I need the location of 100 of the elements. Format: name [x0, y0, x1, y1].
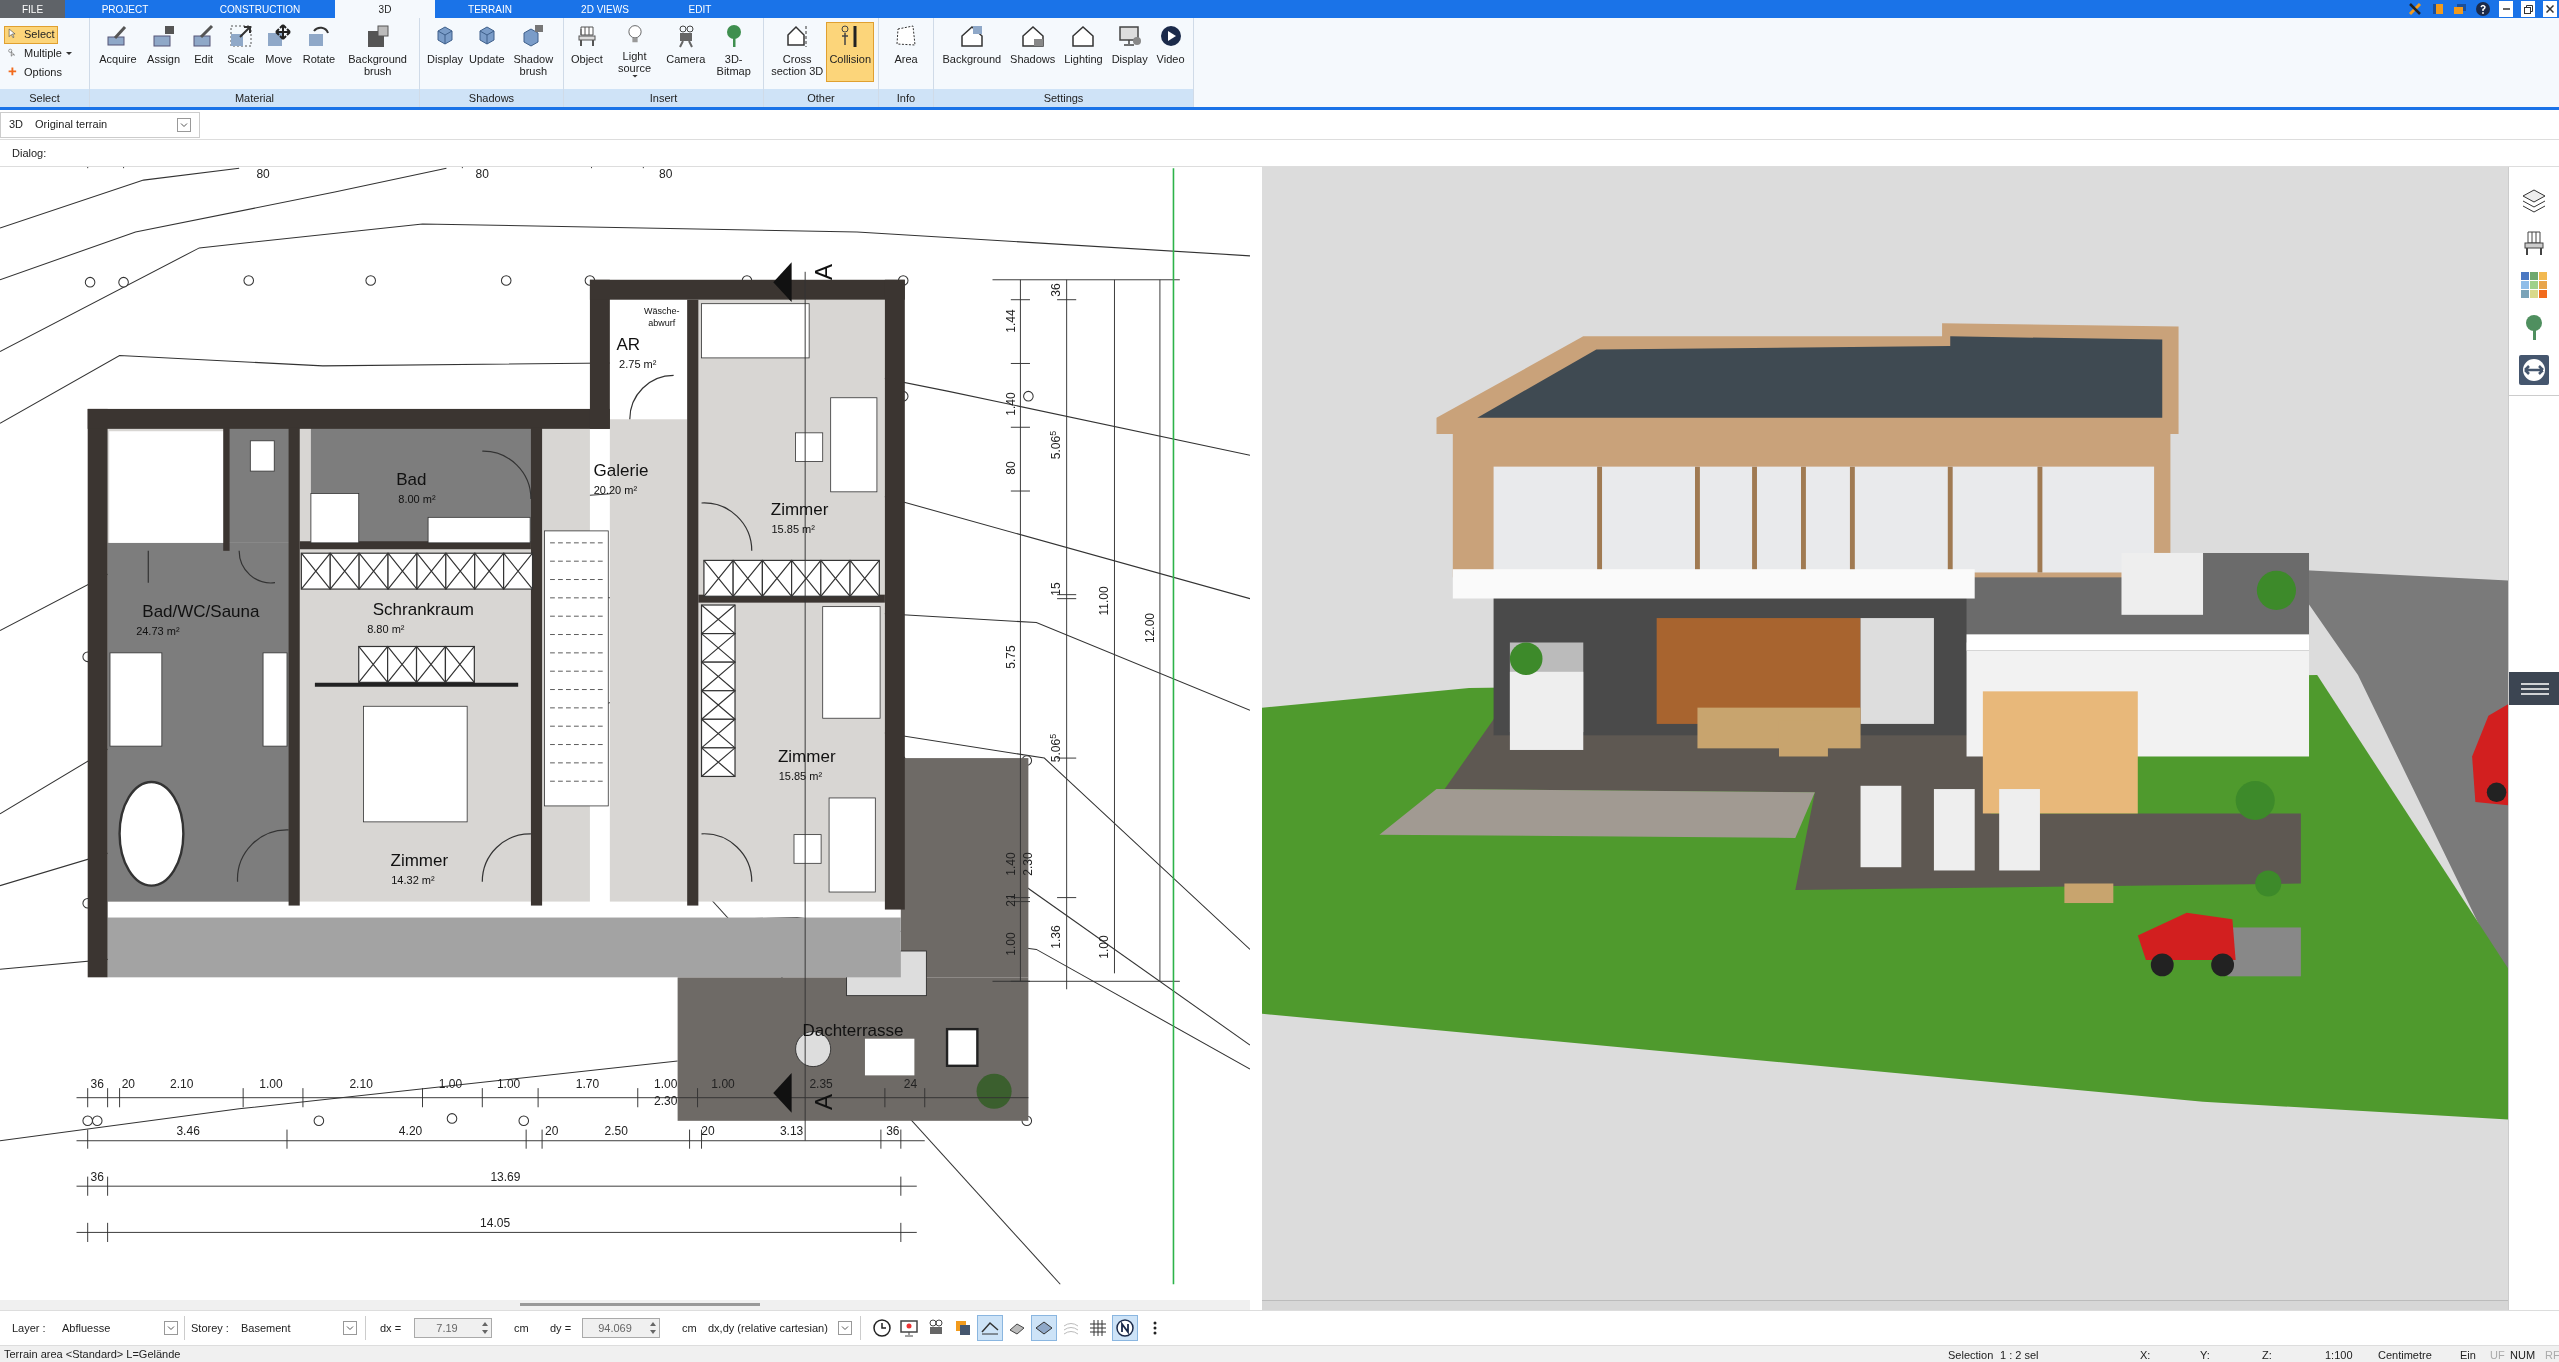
ribbon-button[interactable]: Multiple [4, 44, 76, 63]
status-item: Selection [1948, 1348, 1994, 1362]
panel-handle[interactable] [2509, 672, 2559, 705]
monitor-icon [1116, 23, 1143, 49]
ribbon-button[interactable]: Shadows [1007, 22, 1059, 82]
room-note: abwurf [648, 318, 676, 328]
horizontal-scrollbar[interactable] [1262, 1300, 2508, 1310]
room-name: Zimmer [770, 500, 829, 518]
ribbon-button[interactable]: Select [4, 25, 58, 44]
ribbon-button[interactable]: Video [1153, 22, 1188, 82]
dimension-label: 80 [256, 167, 270, 180]
menu-tab[interactable]: PROJECT [65, 0, 185, 18]
ribbon-button[interactable]: 3D-Bitmap [708, 22, 759, 82]
more-vertical-icon [1153, 1321, 1157, 1335]
ribbon-group-label: Settings [934, 89, 1193, 107]
chair-icon [2521, 229, 2547, 257]
chevron-down-icon [164, 1321, 178, 1335]
ribbon-group-label: Shadows [420, 89, 563, 107]
room-area: 8.80 m² [367, 623, 405, 635]
section-marker-icon [773, 1073, 792, 1113]
restore-button[interactable] [2521, 1, 2535, 17]
ribbon-button[interactable]: Camera [663, 22, 709, 82]
room-name: Bad [396, 470, 427, 488]
status-item: 1:100 [2325, 1348, 2353, 1362]
house-image-icon [958, 23, 985, 49]
ribbon-button[interactable]: Background brush [342, 22, 413, 82]
dy-field[interactable]: 94.069 [582, 1318, 660, 1338]
dimension-label: 36 [90, 1077, 104, 1090]
ribbon-button[interactable]: Options [4, 63, 65, 82]
paint-brush-icon [150, 23, 177, 49]
ribbon-button[interactable]: Object [568, 22, 606, 82]
house-shadow-icon [1019, 23, 1046, 49]
grid-icon [1088, 1318, 1108, 1338]
ribbon-button[interactable]: Display [1108, 22, 1151, 82]
view-toggle-button[interactable] [1112, 1315, 1138, 1341]
north-icon [1115, 1318, 1135, 1338]
menu-tab[interactable]: EDIT [665, 0, 735, 18]
dimension-label: 24 [903, 1077, 918, 1090]
dialog-label: Dialog: [12, 145, 47, 161]
status-item: NUM [2510, 1348, 2536, 1362]
status-item: Ein [2460, 1348, 2476, 1362]
ribbon-button[interactable]: Edit [187, 22, 220, 82]
view-toggle-button[interactable] [977, 1315, 1003, 1341]
help-icon [2475, 1, 2491, 17]
dimension-label: 1.40 [1004, 852, 1017, 876]
ribbon-button[interactable]: Display [424, 22, 467, 82]
ribbon-button[interactable]: Collision [826, 22, 874, 82]
layer-dropdown[interactable]: Abfluesse [58, 1317, 178, 1339]
close-button[interactable] [2543, 1, 2557, 17]
dimension-label: 1.70 [575, 1077, 600, 1090]
ribbon-button[interactable]: Area [890, 22, 922, 82]
dimension-label: 1.00 [1098, 935, 1111, 959]
dimension-label: 80 [475, 167, 489, 180]
ribbon-button[interactable]: Light source [605, 22, 664, 82]
ribbon-group-label: Info [879, 89, 933, 107]
dimension-label: 1.44 [1004, 309, 1017, 333]
dimension-label: 1.36 [1050, 925, 1063, 949]
minimize-button[interactable] [2499, 1, 2513, 17]
chevron-down-icon [343, 1321, 357, 1335]
ribbon-button[interactable]: Acquire [96, 22, 140, 82]
room-name: Bad/WC/Sauna [142, 602, 260, 620]
horizontal-scrollbar[interactable] [0, 1300, 1250, 1310]
coordinate-mode-dropdown[interactable]: dx,dy (relative cartesian) [704, 1317, 852, 1339]
menu-tab[interactable]: TERRAIN [435, 0, 545, 18]
ribbon-button[interactable]: Background [939, 22, 1005, 82]
clock-icon [872, 1318, 892, 1338]
ribbon-button[interactable]: Lighting [1061, 22, 1106, 82]
caret-icon [64, 50, 73, 57]
ribbon-button[interactable]: Move [262, 22, 296, 82]
dimension-label: 14.05 [480, 1217, 511, 1230]
room-area: 15.85 m² [771, 523, 815, 535]
ribbon-button[interactable]: Cross section 3D [768, 22, 827, 82]
window-icon [2431, 2, 2445, 16]
terrain-dropdown[interactable]: Original terrain [35, 116, 191, 133]
room-name: Schrankraum [372, 600, 474, 618]
menu-tab[interactable]: FILE [0, 0, 65, 18]
dx-field[interactable]: 7.19 [414, 1318, 492, 1338]
dimension-label: 13.69 [490, 1171, 521, 1184]
3d-viewport[interactable] [1262, 167, 2508, 1310]
dimension-label: 2.50 [604, 1124, 628, 1137]
menu-tab[interactable]: 2D VIEWS [545, 0, 665, 18]
ribbon-button[interactable]: Update [466, 22, 508, 82]
dimension-label: 2.30 [654, 1094, 678, 1107]
menu-tab[interactable]: 3D [335, 0, 435, 18]
dimension-label: 1.00 [496, 1077, 521, 1090]
room-name: Zimmer [390, 851, 449, 869]
view-toggle-button[interactable] [1031, 1315, 1057, 1341]
ribbon-button[interactable]: Scale [224, 22, 258, 82]
ribbon-group-label: Select [0, 89, 89, 107]
menu-tab[interactable]: CONSTRUCTION [185, 0, 335, 18]
ribbon-button[interactable]: Rotate [299, 22, 339, 82]
room-name: Dachterrasse [802, 1021, 904, 1039]
ribbon-button[interactable]: Assign [144, 22, 184, 82]
room-note: Wäsche- [643, 306, 680, 316]
ribbon-button[interactable]: Shadow brush [507, 22, 559, 82]
dimension-label: 1.00 [1004, 931, 1017, 956]
storey-dropdown[interactable]: Basement [237, 1317, 357, 1339]
room-name: AR [616, 335, 640, 353]
dimension-label: 2.35 [809, 1077, 833, 1090]
dimension-label: 5.75 [1004, 645, 1017, 670]
